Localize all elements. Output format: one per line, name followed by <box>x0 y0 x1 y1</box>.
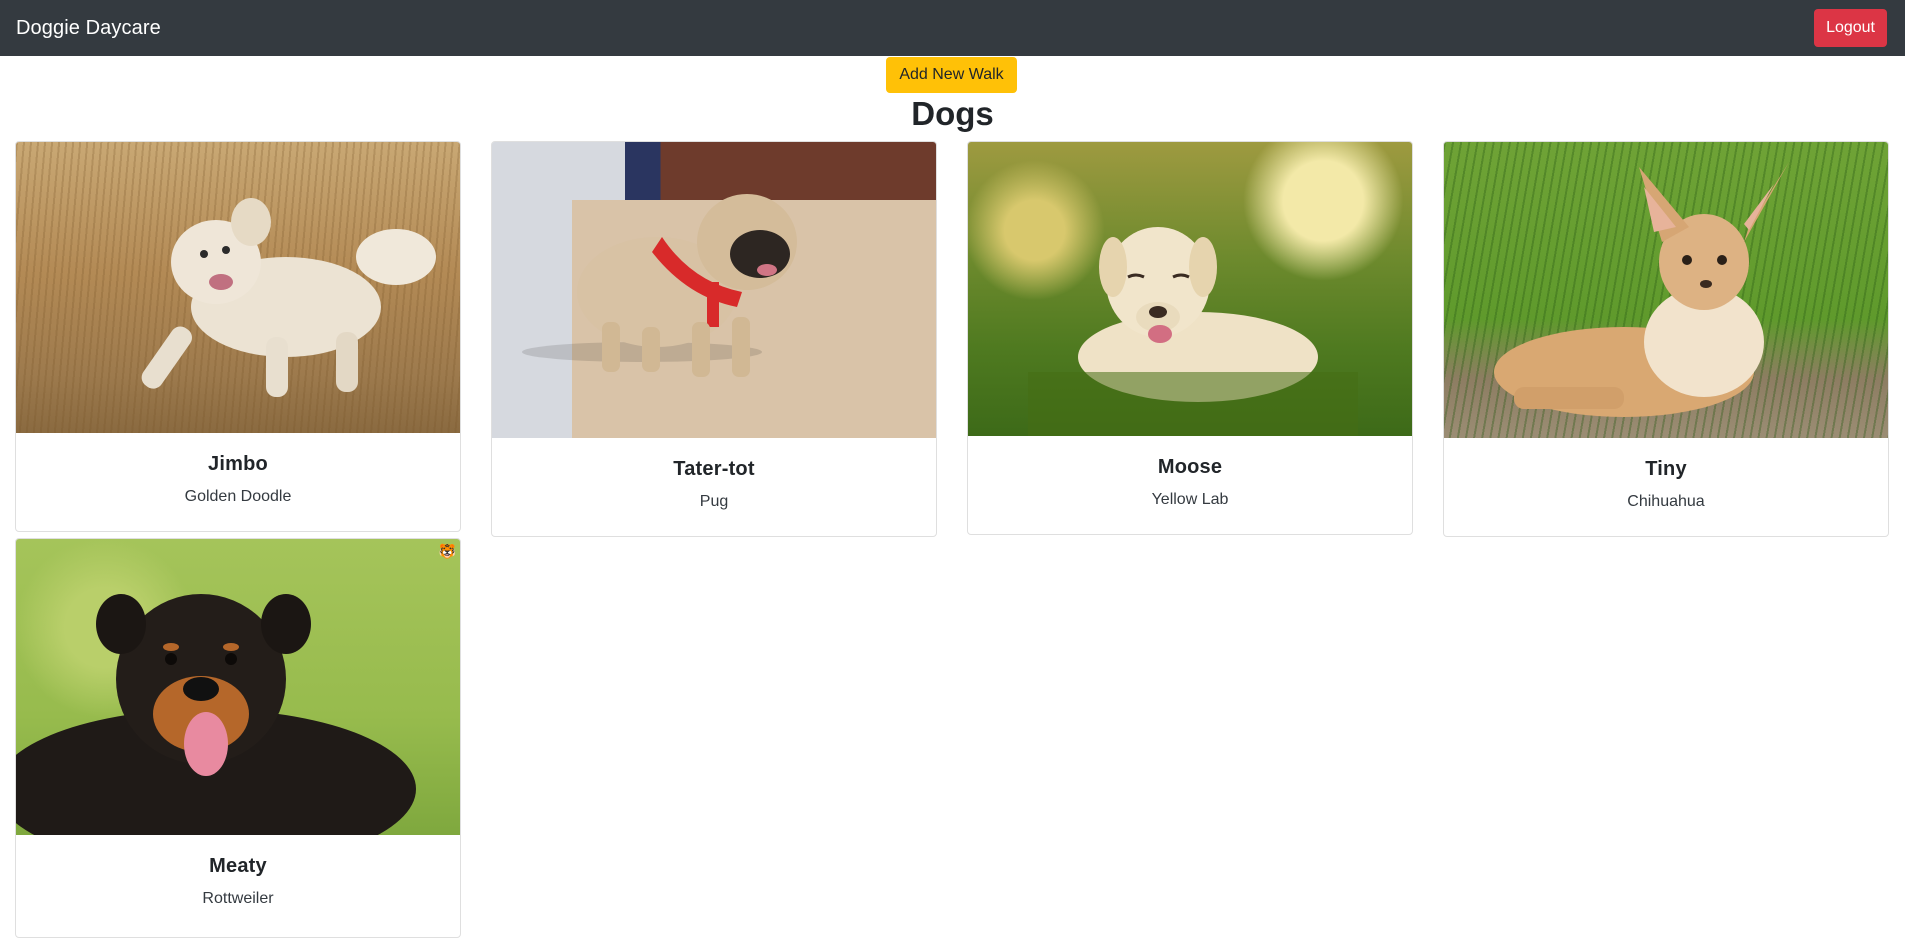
dog-photo <box>492 142 936 438</box>
dog-photo: 🐯 <box>16 539 460 835</box>
dog-name: Tater-tot <box>673 458 755 480</box>
watermark-icon: 🐯 <box>438 543 456 559</box>
page-title: Dogs <box>911 95 994 132</box>
dog-card[interactable]: Tater-tot Pug <box>491 141 937 537</box>
dog-photo <box>16 142 460 433</box>
dog-breed: Pug <box>699 493 729 510</box>
add-new-walk-button[interactable]: Add New Walk <box>886 57 1017 93</box>
brand-link[interactable]: Doggie Daycare <box>16 17 161 40</box>
dog-card[interactable]: Tiny Chihuahua <box>1443 141 1889 537</box>
dog-name: Jimbo <box>208 453 268 475</box>
dog-card[interactable]: Jimbo Golden Doodle <box>15 141 461 532</box>
top-navbar: Doggie Daycare Logout <box>0 0 1905 56</box>
dog-name: Moose <box>1157 456 1223 478</box>
dog-breed: Yellow Lab <box>1151 491 1229 508</box>
dog-photo <box>968 142 1412 436</box>
dog-name: Meaty <box>209 855 267 877</box>
dog-breed: Rottweiler <box>202 890 274 907</box>
dog-card[interactable]: Moose Yellow Lab <box>967 141 1413 535</box>
logout-button[interactable]: Logout <box>1814 9 1887 47</box>
dog-photo <box>1444 142 1888 438</box>
dog-card[interactable]: 🐯 Meaty Rottweiler <box>15 538 461 938</box>
dog-name: Tiny <box>1645 458 1687 480</box>
dog-breed: Chihuahua <box>1627 493 1705 510</box>
dog-breed: Golden Doodle <box>184 488 292 505</box>
